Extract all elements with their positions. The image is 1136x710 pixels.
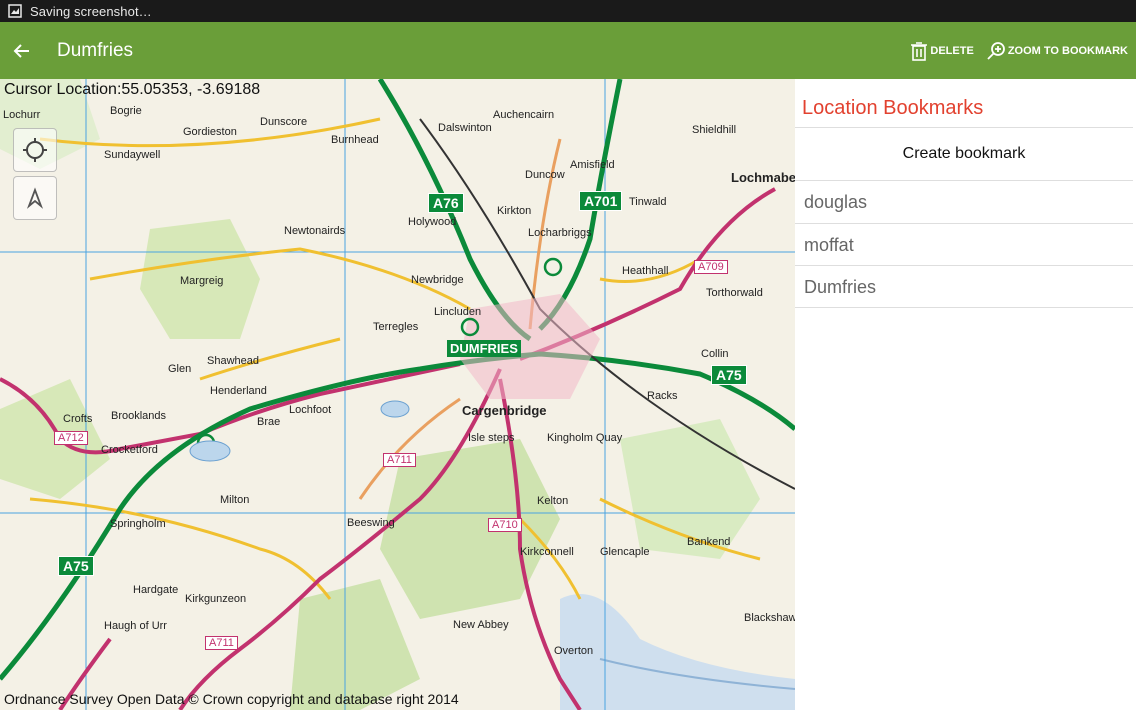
road-tag: A701 <box>579 191 623 211</box>
page-title: Dumfries <box>57 39 134 61</box>
status-bar: Saving screenshot… <box>0 0 1136 22</box>
place-label: Newtonairds <box>284 225 346 237</box>
place-label: Brae <box>257 416 281 428</box>
trash-icon <box>911 41 928 61</box>
place-label: Kelton <box>537 495 569 507</box>
place-label: Terregles <box>373 321 419 333</box>
road-tag: A710 <box>488 518 522 532</box>
place-label: Brooklands <box>111 410 167 422</box>
place-label: Bankend <box>687 536 731 548</box>
place-label: Lincluden <box>434 306 482 318</box>
place-label: Overton <box>554 645 594 657</box>
delete-label: DELETE <box>930 44 974 57</box>
bookmark-item[interactable]: Dumfries <box>795 266 1133 308</box>
place-label: Gordieston <box>183 126 237 138</box>
divider <box>795 127 1133 128</box>
create-bookmark-button[interactable]: Create bookmark <box>795 129 1133 179</box>
road-tag: A709 <box>694 260 728 274</box>
place-label: Lochurr <box>3 109 41 121</box>
map-attribution: Ordnance Survey Open Data © Crown copyri… <box>4 691 459 707</box>
place-label: Cargenbridge <box>462 403 547 418</box>
place-label: Duncow <box>525 169 565 181</box>
place-label: Sundaywell <box>104 149 161 161</box>
divider <box>795 307 1133 308</box>
place-label: Glencaple <box>600 546 650 558</box>
place-label: Henderland <box>210 385 267 397</box>
place-label: Glen <box>168 363 192 375</box>
place-label: Bogrie <box>110 105 142 117</box>
delete-button[interactable]: DELETE <box>904 22 979 79</box>
screenshot-icon <box>8 4 22 18</box>
compass-button[interactable] <box>13 176 57 220</box>
place-label: Kirkconnell <box>520 546 574 558</box>
place-label: Beeswing <box>347 517 395 529</box>
bookmark-item[interactable]: douglas <box>795 181 1133 223</box>
place-label: Haugh of Urr <box>104 620 167 632</box>
place-label: Racks <box>647 390 678 402</box>
place-label: Shieldhill <box>692 124 737 136</box>
place-label: Milton <box>220 494 250 506</box>
place-label: Collin <box>701 348 729 360</box>
place-label: Dunscore <box>260 116 308 128</box>
place-label: Newbridge <box>411 274 464 286</box>
zoom-in-icon <box>987 41 1005 60</box>
place-label: Burnhead <box>331 134 379 146</box>
place-label: Lochmabe <box>731 170 795 185</box>
place-label: Springholm <box>110 518 166 530</box>
road-tag: A712 <box>54 431 88 445</box>
place-label: Auchencairn <box>493 109 555 121</box>
place-label: Kirkgunzeon <box>185 593 247 605</box>
road-tag: A75 <box>711 365 747 385</box>
place-label: Locharbriggs <box>528 227 592 239</box>
road-tag: A711 <box>205 636 238 650</box>
back-arrow-icon <box>13 43 29 58</box>
place-label: Heathhall <box>622 265 669 277</box>
place-label: Tinwald <box>629 196 667 208</box>
place-label: Dalswinton <box>438 122 492 134</box>
back-button[interactable] <box>0 22 44 79</box>
place-label: Amisfield <box>570 159 615 171</box>
bookmarks-panel: Location Bookmarks Create bookmark dougl… <box>795 79 1136 710</box>
my-location-button[interactable] <box>13 128 57 172</box>
status-text: Saving screenshot… <box>30 3 152 19</box>
place-label: Blackshaw <box>744 612 795 624</box>
panel-title: Location Bookmarks <box>802 97 984 119</box>
place-label: Kirkton <box>497 205 532 217</box>
action-bar: Dumfries DELETE ZOOM TO BOOKMARK <box>0 22 1136 79</box>
town-label: DUMFRIES <box>447 340 521 357</box>
road-tag: A76 <box>428 193 464 213</box>
place-label: Hardgate <box>133 584 179 596</box>
place-label: Lochfoot <box>289 404 332 416</box>
place-label: Torthorwald <box>706 287 763 299</box>
map-view[interactable]: Cursor Location:55.05353, -3.69188 Locha… <box>0 79 795 710</box>
place-label: Holywood <box>408 216 457 228</box>
crosshair-icon <box>23 138 47 162</box>
navigation-arrow-icon <box>26 187 44 209</box>
place-label: Shawhead <box>207 355 259 367</box>
place-label: Isle steps <box>468 432 515 444</box>
road-tag: A711 <box>383 453 416 467</box>
place-label: Margreig <box>180 275 224 287</box>
place-label: New Abbey <box>453 619 509 631</box>
place-label: Crocketford <box>101 444 158 456</box>
bookmark-item[interactable]: moffat <box>795 224 1133 266</box>
zoom-to-bookmark-button[interactable]: ZOOM TO BOOKMARK <box>980 22 1134 79</box>
road-tag: A75 <box>58 556 94 576</box>
cursor-location: Cursor Location:55.05353, -3.69188 <box>4 81 261 98</box>
place-label: Kingholm Quay <box>547 432 623 444</box>
zoom-label: ZOOM TO BOOKMARK <box>1007 44 1128 57</box>
place-label: Crofts <box>63 413 93 425</box>
